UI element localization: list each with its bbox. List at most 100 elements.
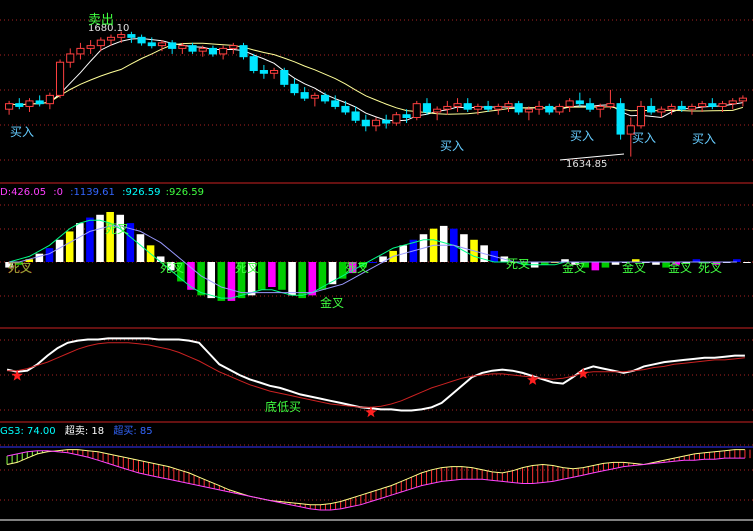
- candle-body: [473, 105, 482, 110]
- macd-bar: [106, 212, 114, 262]
- candle-body: [178, 45, 187, 49]
- candle-body: [249, 56, 258, 72]
- candle-body: [5, 103, 14, 110]
- candle-body: [687, 105, 697, 110]
- buy-signal-label: 买入: [692, 132, 716, 146]
- low-price-label: 1634.85: [566, 159, 607, 170]
- golden-cross-mark: 金叉: [320, 295, 344, 310]
- macd-bar: [268, 262, 276, 287]
- buy-signal-label: 买入: [632, 131, 656, 145]
- candle-body: [728, 100, 737, 105]
- macd-bar: [217, 262, 226, 301]
- stock-chart: 1680.10 卖出 1634.85 买入 买入 买入 买入 买入 D:426.…: [0, 0, 753, 531]
- candle-body: [545, 105, 554, 113]
- gs-header: GS3: 74.00 超卖: 18 超买: 85: [0, 424, 153, 437]
- golden-cross-mark: 金叉: [622, 260, 646, 275]
- macd-zero: :0: [53, 187, 63, 198]
- candle-body: [55, 61, 65, 96]
- candle-body: [371, 119, 381, 127]
- macd-bar: [601, 262, 610, 268]
- candle-body: [310, 94, 319, 99]
- buy-signal-label: 买入: [570, 129, 594, 143]
- overbought-value: 85: [140, 426, 153, 437]
- macd-bar: [439, 225, 448, 262]
- candle-body: [657, 108, 666, 113]
- candle-body: [433, 108, 442, 113]
- macd-bar: [55, 239, 64, 262]
- candle-body: [708, 103, 717, 107]
- macd-bar: [288, 262, 296, 296]
- macd-bar: [591, 262, 600, 271]
- candle-body: [463, 103, 472, 110]
- candle-body: [280, 70, 289, 85]
- buy-signal-label: 买入: [10, 125, 34, 139]
- dead-cross-mark: 死叉: [506, 257, 530, 271]
- candle-body: [147, 42, 156, 47]
- candle-body: [484, 105, 493, 110]
- candle-body: [565, 100, 574, 107]
- candle-body: [86, 45, 95, 49]
- candle-body: [15, 103, 24, 107]
- candle-body: [45, 94, 54, 105]
- candle-body: [575, 100, 584, 105]
- dead-cross-mark: 死叉: [160, 261, 184, 275]
- macd-bar: [35, 253, 44, 262]
- candle-body: [270, 70, 279, 74]
- macd-bar: [257, 262, 266, 290]
- candle-body: [198, 47, 207, 52]
- bottom-buy-label: 底低买: [265, 399, 301, 414]
- dead-cross-mark: 死叉: [345, 261, 369, 275]
- candle-body: [320, 94, 330, 102]
- candle-body: [677, 105, 686, 110]
- macd-dif: :1139.61: [70, 187, 115, 198]
- gs3-value: 74.00: [27, 426, 56, 437]
- candle-body: [667, 105, 676, 110]
- macd-bar: [308, 262, 317, 296]
- candle-body: [219, 47, 228, 55]
- dead-cross-mark: 死叉: [235, 261, 259, 275]
- macd-bar: [45, 248, 54, 262]
- candle-body: [392, 114, 401, 124]
- candle-body: [341, 105, 350, 113]
- candle-body: [555, 105, 564, 113]
- candle-body: [616, 103, 625, 135]
- candle-body: [96, 39, 105, 47]
- candle-body: [25, 100, 34, 107]
- buy-signal-label: 买入: [440, 139, 464, 153]
- candle-body: [606, 103, 615, 107]
- golden-cross-mark: 金叉: [668, 260, 692, 275]
- oversold-value: 18: [91, 426, 104, 437]
- dead-cross-mark: 死叉: [105, 222, 129, 236]
- candle-body: [535, 105, 544, 110]
- candle-body: [585, 103, 595, 110]
- candle-body: [402, 114, 411, 118]
- candle-body: [494, 105, 503, 110]
- candle-body: [300, 92, 309, 99]
- candle-body: [127, 34, 136, 38]
- dead-cross-mark: 死叉: [698, 261, 722, 275]
- golden-cross-mark: 金叉: [562, 260, 586, 275]
- candle-body: [718, 103, 727, 107]
- candle-body: [208, 47, 217, 55]
- candle-body: [239, 45, 248, 58]
- candle-body: [351, 111, 360, 121]
- candle-body: [76, 47, 85, 55]
- overbought-label: 超买:: [113, 424, 136, 437]
- candle-body: [290, 83, 299, 94]
- candle-body: [412, 103, 421, 118]
- macd-header: D:426.05 :0 :1139.61 :926.59 :926.59: [0, 187, 204, 198]
- candle-body: [188, 45, 197, 52]
- candle-body: [443, 105, 452, 110]
- macd-bar: [743, 262, 751, 263]
- candle-body: [117, 34, 126, 38]
- candle-body: [361, 119, 370, 127]
- macd-bar: [96, 214, 104, 262]
- candle-body: [137, 36, 146, 44]
- macd-bar: [369, 262, 377, 263]
- candle-body: [504, 103, 513, 107]
- macd-bar: [65, 231, 74, 262]
- gs3-label: GS3:: [0, 426, 24, 437]
- candle-body: [382, 119, 391, 124]
- macd-v2: :926.59: [166, 187, 204, 198]
- candle-body: [647, 105, 656, 113]
